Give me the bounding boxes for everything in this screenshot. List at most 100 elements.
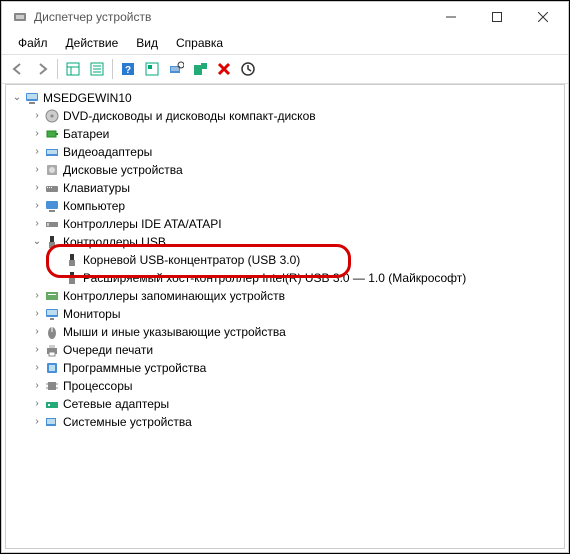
node-label: Очереди печати <box>63 341 153 359</box>
keyboard-icon <box>44 180 60 196</box>
expander-icon[interactable]: › <box>30 413 44 431</box>
expander-icon[interactable]: › <box>30 107 44 125</box>
toolbar: ? <box>2 54 568 84</box>
network-icon <box>44 396 60 412</box>
node-label: Системные устройства <box>63 413 192 431</box>
node-label: Контроллеры IDE ATA/ATAPI <box>63 215 222 233</box>
node-label: Мыши и иные указывающие устройства <box>63 323 286 341</box>
expander-icon[interactable]: › <box>30 377 44 395</box>
node-label: Батареи <box>63 125 109 143</box>
uninstall-button[interactable] <box>212 57 236 81</box>
tree-node-mice[interactable]: › Мыши и иные указывающие устройства <box>6 323 564 341</box>
menu-view[interactable]: Вид <box>128 34 166 52</box>
computer-icon <box>44 198 60 214</box>
monitor-icon <box>44 306 60 322</box>
tree-node-print[interactable]: › Очереди печати <box>6 341 564 359</box>
expander-icon[interactable]: › <box>30 143 44 161</box>
system-device-icon <box>44 414 60 430</box>
storage-icon <box>44 288 60 304</box>
tree-node-display[interactable]: › Видеоадаптеры <box>6 143 564 161</box>
node-label: Клавиатуры <box>63 179 130 197</box>
window-controls <box>428 2 566 32</box>
usb-icon <box>44 234 60 250</box>
node-label: Корневой USB-концентратор (USB 3.0) <box>83 251 300 269</box>
expander-icon[interactable]: › <box>30 287 44 305</box>
tree-node-usb-root-hub[interactable]: Корневой USB-концентратор (USB 3.0) <box>6 251 564 269</box>
tree-node-software[interactable]: › Программные устройства <box>6 359 564 377</box>
node-label: Мониторы <box>63 305 120 323</box>
svg-text:?: ? <box>125 65 131 76</box>
battery-icon <box>44 126 60 142</box>
node-label: Видеоадаптеры <box>63 143 152 161</box>
device-manager-window: Диспетчер устройств Файл Действие Вид Сп… <box>1 1 569 553</box>
menu-action[interactable]: Действие <box>58 34 127 52</box>
menu-file[interactable]: Файл <box>10 34 56 52</box>
tree-node-computer[interactable]: › Компьютер <box>6 197 564 215</box>
expander-icon[interactable]: › <box>30 197 44 215</box>
node-label: Контроллеры запоминающих устройств <box>63 287 285 305</box>
show-hide-tree-button[interactable] <box>61 57 85 81</box>
node-label: Компьютер <box>63 197 125 215</box>
software-device-icon <box>44 360 60 376</box>
menu-help[interactable]: Справка <box>168 34 231 52</box>
titlebar: Диспетчер устройств <box>2 2 568 32</box>
expander-icon[interactable]: › <box>30 395 44 413</box>
ide-icon <box>44 216 60 232</box>
usb-icon <box>64 270 80 286</box>
node-label: Расширяемый хост-контроллер Intel(R) USB… <box>83 269 466 287</box>
dvd-icon <box>44 108 60 124</box>
tree-root-node[interactable]: ⌄ MSEDGEWIN10 <box>6 89 564 107</box>
tree-node-monitors[interactable]: › Мониторы <box>6 305 564 323</box>
expander-icon[interactable]: › <box>30 161 44 179</box>
tree-node-storage-controllers[interactable]: › Контроллеры запоминающих устройств <box>6 287 564 305</box>
update-driver-button[interactable] <box>236 57 260 81</box>
tree-node-cpu[interactable]: › Процессоры <box>6 377 564 395</box>
close-button[interactable] <box>520 2 566 32</box>
expander-icon[interactable]: › <box>30 125 44 143</box>
cpu-icon <box>44 378 60 394</box>
back-button[interactable] <box>6 57 30 81</box>
tree-node-usb-controllers[interactable]: ⌄ Контроллеры USB <box>6 233 564 251</box>
tree-node-ide[interactable]: › Контроллеры IDE ATA/ATAPI <box>6 215 564 233</box>
node-label: Дисковые устройства <box>63 161 183 179</box>
scan-hardware-button[interactable] <box>164 57 188 81</box>
disk-icon <box>44 162 60 178</box>
tree-node-batteries[interactable]: › Батареи <box>6 125 564 143</box>
expander-icon[interactable]: ⌄ <box>30 233 44 251</box>
expander-icon[interactable]: › <box>30 305 44 323</box>
tree-node-system[interactable]: › Системные устройства <box>6 413 564 431</box>
node-label: MSEDGEWIN10 <box>43 89 132 107</box>
toolbar-separator <box>112 59 113 79</box>
computer-icon <box>24 90 40 106</box>
mouse-icon <box>44 324 60 340</box>
expander-icon[interactable]: ⌄ <box>10 89 24 107</box>
help-button[interactable]: ? <box>116 57 140 81</box>
forward-button[interactable] <box>30 57 54 81</box>
expander-icon[interactable]: › <box>30 179 44 197</box>
device-tree[interactable]: ⌄ MSEDGEWIN10 › DVD-дисководы и дисковод… <box>5 84 565 549</box>
properties-button[interactable] <box>85 57 109 81</box>
add-hardware-button[interactable] <box>188 57 212 81</box>
tree-node-disk[interactable]: › Дисковые устройства <box>6 161 564 179</box>
tree-node-network[interactable]: › Сетевые адаптеры <box>6 395 564 413</box>
node-label: DVD-дисководы и дисководы компакт-дисков <box>63 107 316 125</box>
tree-node-usb-xhci[interactable]: Расширяемый хост-контроллер Intel(R) USB… <box>6 269 564 287</box>
node-label: Программные устройства <box>63 359 206 377</box>
tree-node-keyboard[interactable]: › Клавиатуры <box>6 179 564 197</box>
expander-icon[interactable]: › <box>30 341 44 359</box>
action-button[interactable] <box>140 57 164 81</box>
maximize-button[interactable] <box>474 2 520 32</box>
expander-icon[interactable]: › <box>30 215 44 233</box>
usb-icon <box>64 252 80 268</box>
app-icon <box>12 9 28 25</box>
expander-icon[interactable]: › <box>30 359 44 377</box>
window-title: Диспетчер устройств <box>34 10 428 24</box>
tree-node-dvd[interactable]: › DVD-дисководы и дисководы компакт-диск… <box>6 107 564 125</box>
node-label: Контроллеры USB <box>63 233 166 251</box>
display-adapter-icon <box>44 144 60 160</box>
node-label: Процессоры <box>63 377 133 395</box>
menubar: Файл Действие Вид Справка <box>2 32 568 54</box>
expander-icon[interactable]: › <box>30 323 44 341</box>
minimize-button[interactable] <box>428 2 474 32</box>
toolbar-separator <box>57 59 58 79</box>
